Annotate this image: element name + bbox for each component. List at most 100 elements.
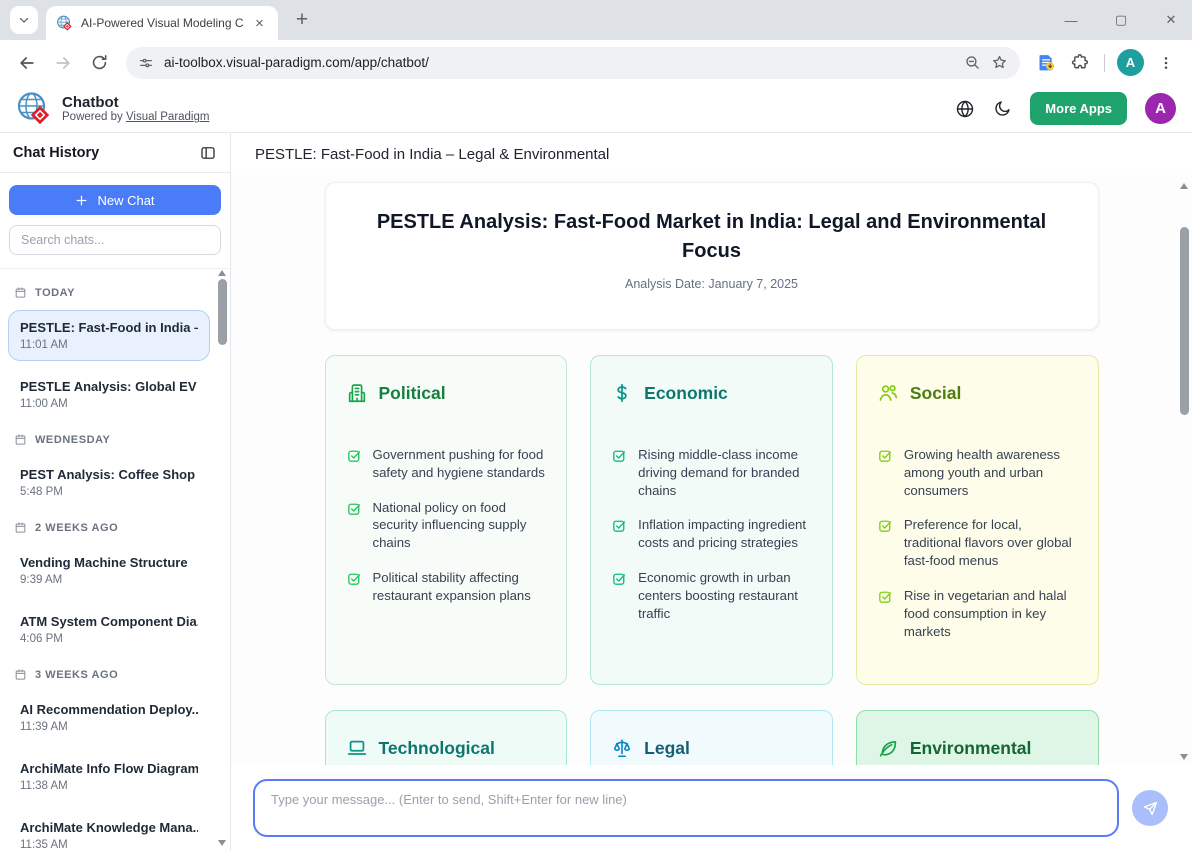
chat-item-time: 11:35 AM <box>20 839 198 851</box>
dollar-icon <box>611 382 633 404</box>
reading-list-button[interactable] <box>1030 47 1062 79</box>
chat-history-item[interactable]: Vending Machine Structure9:39 AM <box>8 545 210 596</box>
forward-button[interactable] <box>46 46 80 80</box>
scroll-up-arrow[interactable] <box>218 270 226 276</box>
site-info-icon[interactable] <box>138 55 154 71</box>
close-window-button[interactable]: ✕ <box>1164 12 1178 28</box>
card-item-list: Government pushing for food safety and h… <box>346 446 547 605</box>
search-chats-input[interactable] <box>9 225 221 255</box>
url-text: ai-toolbox.visual-paradigm.com/app/chatb… <box>164 55 954 70</box>
scrollbar-thumb[interactable] <box>218 279 227 345</box>
chat-item-title: Vending Machine Structure <box>20 555 198 570</box>
card-title: Technological <box>379 738 495 759</box>
back-button[interactable] <box>10 46 44 80</box>
browser-window: AI-Powered Visual Modeling Ch × + — ▢ ✕ … <box>0 0 1192 851</box>
chat-messages-area: PESTLE Analysis: Fast-Food Market in Ind… <box>231 175 1192 765</box>
chat-history-item[interactable]: PESTLE: Fast-Food in India – ...11:01 AM <box>8 310 210 361</box>
chat-history-item[interactable]: PESTLE Analysis: Global EV In...11:00 AM <box>8 369 210 420</box>
card-item: Inflation impacting ingredient costs and… <box>611 516 812 552</box>
chat-main: PESTLE: Fast-Food in India – Legal & Env… <box>231 133 1192 851</box>
card-item-text: Growing health awareness among youth and… <box>904 446 1078 499</box>
browser-profile-avatar[interactable]: A <box>1117 49 1144 76</box>
calendar-icon <box>14 668 27 681</box>
card-title: Political <box>379 383 446 404</box>
chat-history-item[interactable]: PEST Analysis: Coffee Shop S... 5:48 PM <box>8 457 210 508</box>
main-scrollbar[interactable] <box>1177 178 1191 765</box>
tab-close-icon[interactable]: × <box>251 15 268 32</box>
more-apps-button[interactable]: More Apps <box>1030 92 1127 125</box>
chat-history-item[interactable]: AI Recommendation Deploy...11:39 AM <box>8 692 210 743</box>
new-chat-button[interactable]: New Chat <box>9 185 221 215</box>
chat-item-title: PESTLE Analysis: Global EV In... <box>20 379 198 394</box>
dark-mode-moon-icon[interactable] <box>993 99 1012 118</box>
language-globe-icon[interactable] <box>955 99 975 119</box>
forward-icon <box>53 53 73 73</box>
card-item-text: Political stability affecting restaurant… <box>373 569 547 605</box>
zoom-icon[interactable] <box>964 54 981 71</box>
pestle-card-social: Social Growing health awareness among you… <box>856 355 1099 685</box>
reading-list-icon <box>1036 52 1057 73</box>
reload-button[interactable] <box>82 46 116 80</box>
government-building-icon <box>346 382 368 404</box>
check-square-icon <box>611 570 628 587</box>
check-square-icon <box>611 517 628 534</box>
pestle-cards-row-1: Political Government pushing for food saf… <box>325 355 1099 685</box>
minimize-button[interactable]: — <box>1064 13 1078 28</box>
scroll-up-arrow[interactable] <box>1180 183 1188 189</box>
chat-history-item[interactable]: ATM System Component Dia...4:06 PM <box>8 604 210 655</box>
reload-icon <box>90 53 109 72</box>
sidebar-scrollbar[interactable] <box>215 265 229 851</box>
card-item: National policy on food security influen… <box>346 499 547 552</box>
card-item-list: Rising middle-class income driving deman… <box>611 446 812 623</box>
powered-by: Powered by Visual Paradigm <box>62 111 209 123</box>
browser-menu-button[interactable] <box>1150 47 1182 79</box>
calendar-icon <box>14 521 27 534</box>
browser-tab[interactable]: AI-Powered Visual Modeling Ch × <box>46 6 278 40</box>
scrollbar-thumb[interactable] <box>1180 227 1189 415</box>
chat-item-time: 5:48 PM <box>20 486 198 498</box>
check-square-icon <box>877 517 894 534</box>
card-item: Economic growth in urban centers boostin… <box>611 569 812 622</box>
scroll-down-arrow[interactable] <box>218 840 226 846</box>
message-input[interactable] <box>253 779 1119 837</box>
card-item: Rising middle-class income driving deman… <box>611 446 812 499</box>
chevron-down-icon <box>17 13 31 27</box>
card-title: Legal <box>644 738 690 759</box>
sidebar-collapse-icon[interactable] <box>199 144 217 162</box>
card-item-list: Growing health awareness among youth and… <box>877 446 1078 640</box>
chat-group-text: 2 WEEKS AGO <box>35 522 118 534</box>
scales-icon <box>611 737 633 759</box>
card-item: Growing health awareness among youth and… <box>877 446 1078 499</box>
analysis-title: PESTLE Analysis: Fast-Food Market in Ind… <box>368 208 1056 266</box>
user-avatar[interactable]: A <box>1145 93 1176 124</box>
chat-item-title: PEST Analysis: Coffee Shop S... <box>20 467 198 482</box>
chat-history-item[interactable]: ArchiMate Info Flow Diagram11:38 AM <box>8 751 210 802</box>
site-favicon <box>56 15 73 32</box>
bookmark-star-icon[interactable] <box>991 54 1008 71</box>
scroll-down-arrow[interactable] <box>1180 754 1188 760</box>
back-icon <box>17 53 37 73</box>
tab-title: AI-Powered Visual Modeling Ch <box>81 16 243 30</box>
tab-search-button[interactable] <box>10 6 38 34</box>
visual-paradigm-logo <box>16 91 52 127</box>
chat-group-text: 3 WEEKS AGO <box>35 669 118 681</box>
card-item: Government pushing for food safety and h… <box>346 446 547 482</box>
card-item-text: Economic growth in urban centers boostin… <box>638 569 812 622</box>
new-tab-button[interactable]: + <box>288 6 316 34</box>
card-item: Rise in vegetarian and halal food consum… <box>877 587 1078 640</box>
card-title: Social <box>910 383 962 404</box>
kebab-menu-icon <box>1158 55 1174 71</box>
card-item-text: Preference for local, traditional flavor… <box>904 516 1078 569</box>
card-item-text: Government pushing for food safety and h… <box>373 446 547 482</box>
send-button[interactable] <box>1132 790 1168 826</box>
laptop-icon <box>346 737 368 759</box>
sidebar-controls: New Chat <box>0 173 230 269</box>
card-item-text: Rising middle-class income driving deman… <box>638 446 812 499</box>
maximize-button[interactable]: ▢ <box>1114 12 1128 28</box>
url-bar[interactable]: ai-toolbox.visual-paradigm.com/app/chatb… <box>126 47 1020 79</box>
visual-paradigm-link[interactable]: Visual Paradigm <box>126 111 210 123</box>
chat-history-item[interactable]: ArchiMate Knowledge Mana...11:35 AM <box>8 810 210 851</box>
extensions-button[interactable] <box>1064 47 1096 79</box>
chat-item-title: PESTLE: Fast-Food in India – ... <box>20 320 198 335</box>
chat-item-title: ArchiMate Info Flow Diagram <box>20 761 198 776</box>
